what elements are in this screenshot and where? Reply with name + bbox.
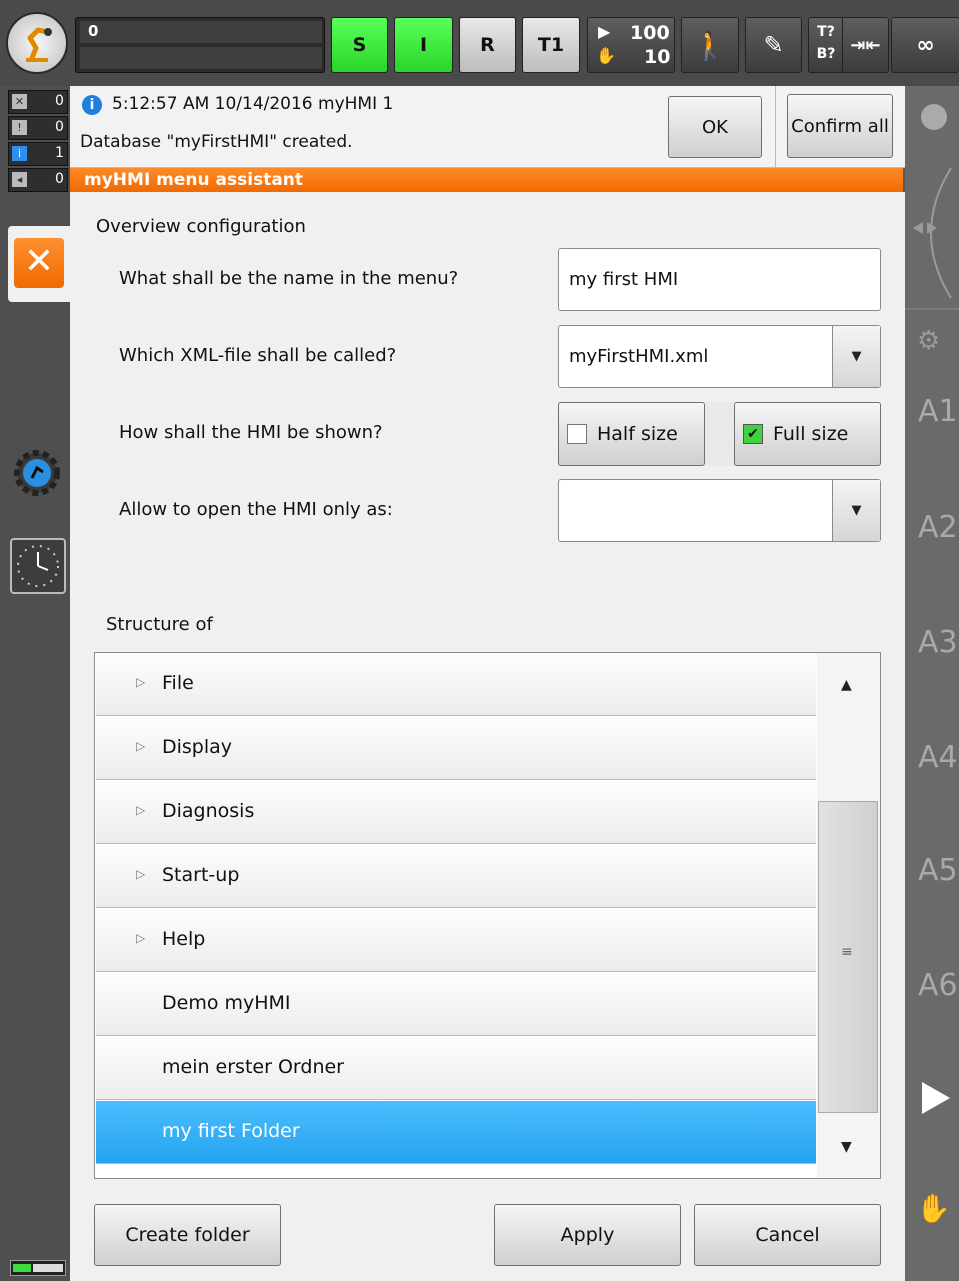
hand-guiding-icon: ✋ xyxy=(916,1192,951,1225)
infinite-button[interactable]: ∞ xyxy=(891,17,959,73)
tool-icon: ✎ xyxy=(763,31,784,59)
globe-icon xyxy=(921,104,947,130)
structure-tree: ▷ File ▷ Display ▷ Diagnosis ▷ Start-up ▷ Hel… xyxy=(94,652,881,1179)
window-title: myHMI menu assistant xyxy=(70,168,903,192)
axis-label-a2: A2 xyxy=(918,510,958,545)
structure-heading: Structure of xyxy=(106,614,213,635)
tool-button[interactable]: ✎ xyxy=(745,17,802,73)
tree-item-demo-myhmi[interactable]: Demo myHMI xyxy=(96,973,816,1036)
run-mode-button[interactable]: R xyxy=(459,17,516,73)
confirm-all-button[interactable]: Confirm all xyxy=(787,94,893,158)
override-jog-value: 10 xyxy=(644,46,671,68)
half-size-checkbox[interactable] xyxy=(567,424,587,444)
start-button[interactable] xyxy=(918,1080,952,1116)
full-size-toggle[interactable]: ✔ Full size xyxy=(734,402,881,466)
allow-question-label: Allow to open the HMI only as: xyxy=(119,499,393,520)
chevron-down-icon: ▼ xyxy=(851,349,862,364)
expand-arrow-icon[interactable]: ▷ xyxy=(136,931,145,945)
menu-name-input[interactable]: my first HMI xyxy=(558,248,881,311)
expand-arrow-icon[interactable]: ▷ xyxy=(136,803,145,817)
half-size-toggle[interactable]: Half size xyxy=(558,402,705,466)
clock-icon xyxy=(17,545,59,587)
configuration-button[interactable] xyxy=(12,448,62,498)
close-button[interactable]: ✕ xyxy=(14,238,64,288)
message-text: Database "myFirstHMI" created. xyxy=(80,132,353,152)
name-question-label: What shall be the name in the menu? xyxy=(119,268,459,289)
robot-arm-icon xyxy=(26,27,52,62)
submit-interpreter-button[interactable]: S xyxy=(331,17,388,73)
override-program-value: 100 xyxy=(630,22,670,44)
robot-interpreter-button[interactable]: I xyxy=(394,17,453,73)
robot-menu-button[interactable] xyxy=(6,12,68,74)
axis-label-a6: A6 xyxy=(918,968,958,1003)
robot-axis-icon: ⚙ xyxy=(917,326,941,356)
battery-indicator xyxy=(10,1260,66,1276)
jog-mode-button[interactable]: 🚶 xyxy=(681,17,739,73)
close-tab[interactable]: ✕ xyxy=(8,226,72,302)
tree-item-mein-erster-ordner[interactable]: mein erster Ordner xyxy=(96,1037,816,1100)
expand-arrow-icon[interactable]: ▷ xyxy=(136,675,145,689)
info-message-icon: i xyxy=(12,146,27,161)
xml-file-select[interactable]: myFirstHMI.xml ▼ xyxy=(558,325,881,388)
ok-button[interactable]: OK xyxy=(668,96,762,158)
tree-item-file[interactable]: ▷ File xyxy=(96,653,816,716)
warning-message-icon: ! xyxy=(12,120,27,135)
overview-heading: Overview configuration xyxy=(96,216,306,237)
expand-arrow-icon[interactable]: ▷ xyxy=(136,867,145,881)
info-icon: i xyxy=(82,95,102,115)
top-status-bar: 0 S I R T1 ▶ 100 ✋ 10 🚶 ✎ T? B? ⇥⇤ ∞ xyxy=(0,0,959,86)
full-size-checkbox[interactable]: ✔ xyxy=(743,424,763,444)
chevron-down-icon: ▼ xyxy=(851,503,862,518)
axis-label-a4: A4 xyxy=(918,740,958,775)
tree-item-display[interactable]: ▷ Display xyxy=(96,717,816,780)
close-icon: ✕ xyxy=(23,241,55,282)
incremental-icon: ⇥⇤ xyxy=(850,34,881,56)
apply-button[interactable]: Apply xyxy=(494,1204,681,1266)
expand-arrow-icon[interactable]: ▷ xyxy=(136,739,145,753)
show-question-label: How shall the HMI be shown? xyxy=(119,422,383,443)
left-rail: ✕ 0 ! 0 i 1 ◂ 0 ✕ xyxy=(0,86,72,1281)
scroll-down-icon[interactable]: ▼ xyxy=(841,1139,852,1155)
axis-label-a1: A1 xyxy=(918,394,958,429)
scroll-up-icon[interactable]: ▲ xyxy=(841,677,852,693)
axis-label-a5: A5 xyxy=(918,853,958,888)
dialog-message-icon: ◂ xyxy=(12,172,27,187)
play-icon: ▶ xyxy=(598,22,611,41)
tree-item-help[interactable]: ▷ Help xyxy=(96,909,816,972)
tool-base-button[interactable]: T? B? xyxy=(808,17,842,73)
incremental-button[interactable]: ⇥⇤ xyxy=(842,17,889,73)
xml-question-label: Which XML-file shall be called? xyxy=(119,345,397,366)
allow-dropdown-button[interactable]: ▼ xyxy=(832,480,880,541)
xml-dropdown-button[interactable]: ▼ xyxy=(832,326,880,387)
message-window: i 5:12:57 AM 10/14/2016 myHMI 1 Database… xyxy=(70,86,905,168)
cancel-button[interactable]: Cancel xyxy=(694,1204,881,1266)
allow-open-select[interactable]: ▼ xyxy=(558,479,881,542)
create-folder-button[interactable]: Create folder xyxy=(94,1204,281,1266)
program-status-value: 0 xyxy=(88,22,99,40)
axis-label-a3: A3 xyxy=(918,625,958,660)
ack-message-icon: ✕ xyxy=(12,94,27,109)
tree-item-diagnosis[interactable]: ▷ Diagnosis xyxy=(96,781,816,844)
walking-person-icon: 🚶 xyxy=(692,28,728,62)
gear-robot-icon xyxy=(14,450,60,496)
operating-mode-button[interactable]: T1 xyxy=(522,17,580,73)
tree-scrollbar[interactable]: ▲ ≡ ▼ xyxy=(817,653,880,1178)
play-icon xyxy=(922,1082,950,1114)
message-timestamp: 5:12:57 AM 10/14/2016 myHMI 1 xyxy=(112,94,394,114)
scrollbar-thumb[interactable]: ≡ xyxy=(818,801,878,1113)
clock-button[interactable] xyxy=(10,538,66,594)
program-status-display[interactable]: 0 xyxy=(75,17,325,73)
override-button[interactable]: ▶ 100 ✋ 10 xyxy=(587,17,675,73)
size-toggle-group: Half size ✔ Full size xyxy=(558,402,881,466)
grip-icon: ≡ xyxy=(841,944,853,960)
jog-arc-icon xyxy=(913,167,952,299)
message-counter-list[interactable]: ✕ 0 ! 0 i 1 ◂ 0 xyxy=(8,90,68,200)
hand-icon: ✋ xyxy=(596,46,616,65)
tree-item-start-up[interactable]: ▷ Start-up xyxy=(96,845,816,908)
tree-item-my-first-folder[interactable]: my first Folder xyxy=(96,1101,816,1164)
